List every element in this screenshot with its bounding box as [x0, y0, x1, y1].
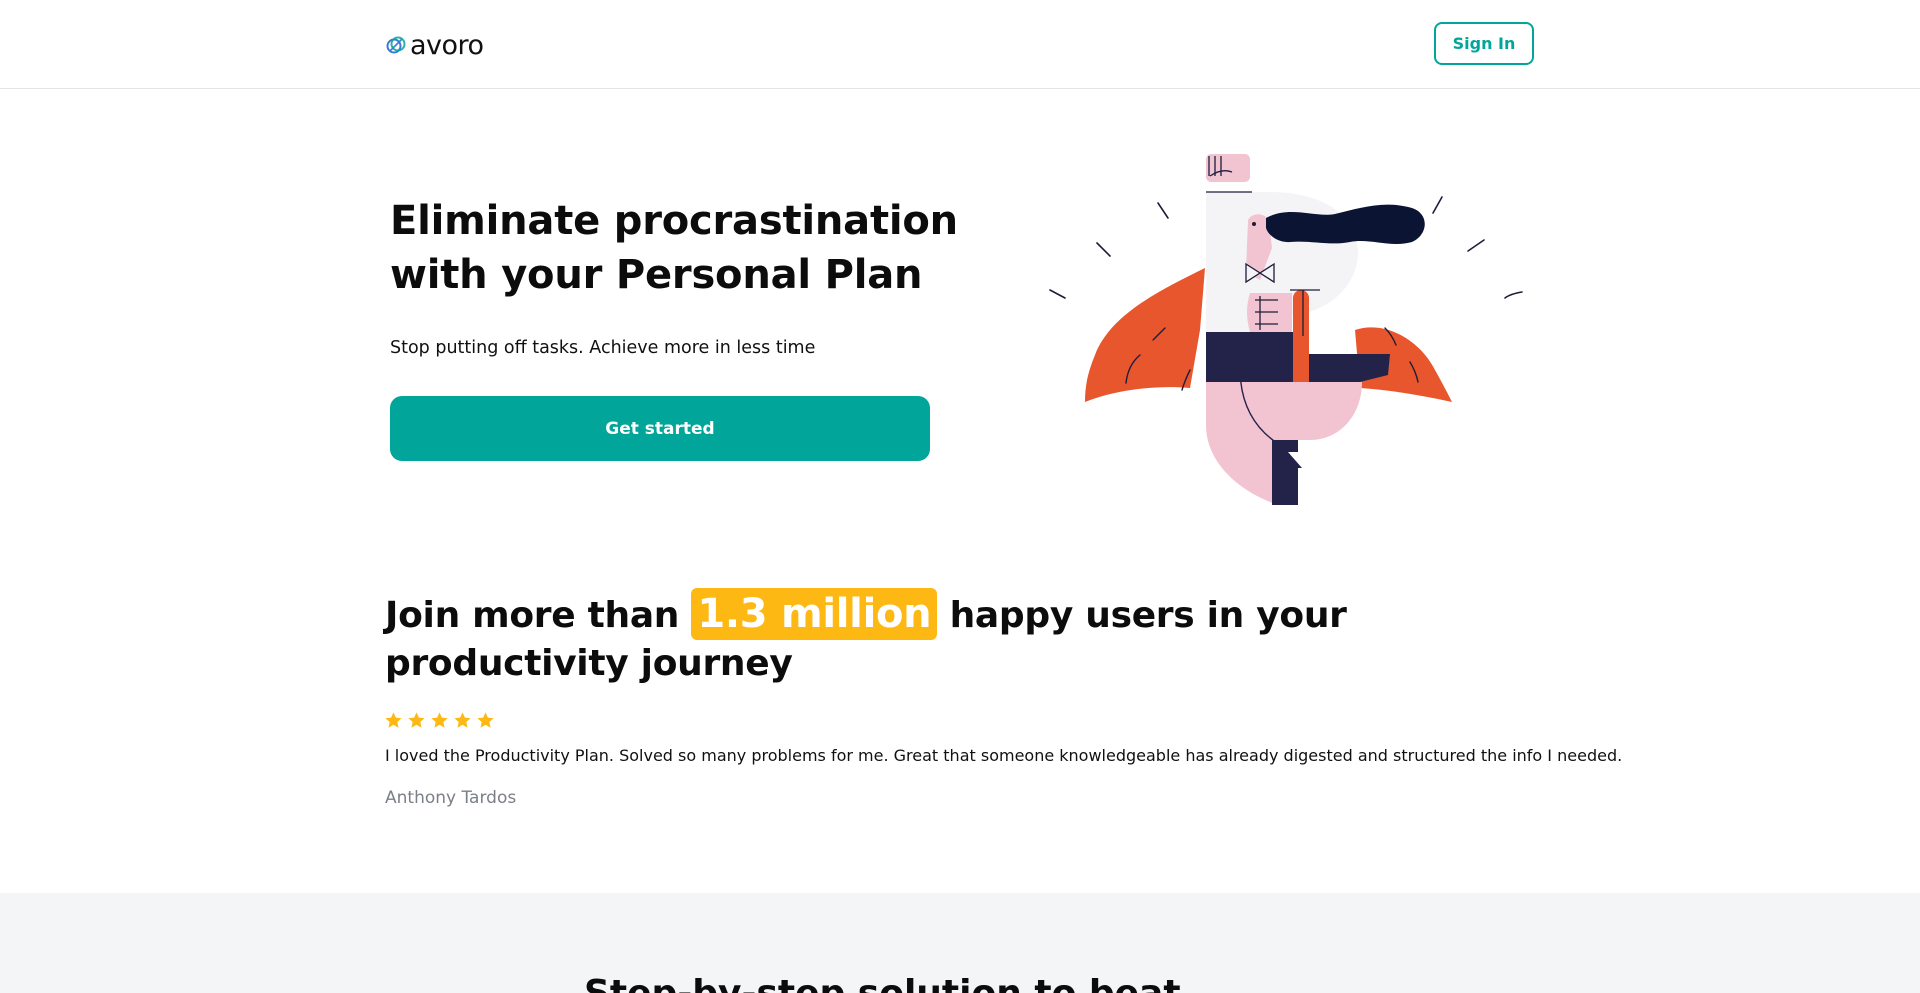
proof-title-before: Join more than — [385, 595, 680, 636]
site-header: avoro Sign In — [0, 0, 1920, 89]
rating-stars — [384, 711, 495, 730]
star-icon — [477, 712, 494, 728]
star-icon — [454, 712, 471, 728]
steps-section: Step-by-step solution to beat — [0, 893, 1920, 993]
review-author: Anthony Tardos — [385, 788, 517, 808]
review-text: I loved the Productivity Plan. Solved so… — [385, 746, 1623, 765]
superhero-letter-p-illustration — [1040, 140, 1540, 520]
hero-subtitle: Stop putting off tasks. Achieve more in … — [390, 338, 816, 358]
star-icon — [385, 712, 402, 728]
hero-title: Eliminate procrastination with your Pers… — [390, 194, 990, 302]
star-icon — [431, 712, 448, 728]
hero-title-line-2: with your Personal Plan — [390, 252, 923, 298]
logo[interactable]: avoro — [386, 30, 484, 60]
sign-in-button[interactable]: Sign In — [1434, 22, 1534, 65]
hero-title-line-1: Eliminate procrastination — [390, 198, 958, 244]
user-count-highlight: 1.3 million — [691, 588, 938, 640]
get-started-button[interactable]: Get started — [390, 396, 930, 461]
star-icon — [408, 712, 425, 728]
logo-text: avoro — [410, 29, 484, 61]
social-proof-title: Join more than 1.3 million happy users i… — [385, 588, 1545, 687]
steps-section-title: Step-by-step solution to beat — [584, 973, 1181, 993]
avoro-logo-icon — [386, 35, 406, 55]
